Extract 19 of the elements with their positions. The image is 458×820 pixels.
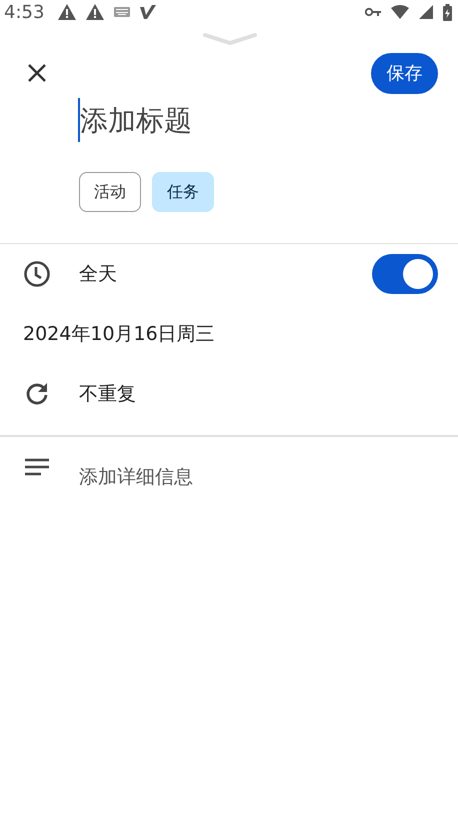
all-day-label: 全天 [79, 262, 117, 287]
status-time: 4:53 [4, 2, 44, 22]
clock-icon [23, 260, 51, 288]
key-icon [365, 7, 381, 17]
date-field[interactable]: 2024年10月16日周三 [23, 321, 215, 347]
wifi-icon [391, 5, 409, 19]
warning-icon [58, 4, 76, 20]
all-day-toggle[interactable] [372, 254, 438, 294]
keyboard-icon [114, 7, 130, 17]
type-chip[interactable]: 任务 [152, 172, 214, 212]
close-icon[interactable] [27, 63, 47, 83]
save-button[interactable]: 保存 [371, 52, 438, 94]
warning-icon [86, 4, 104, 20]
repeat-option[interactable]: 不重复 [79, 381, 136, 407]
type-chip[interactable]: 活动 [79, 172, 141, 212]
signal-icon [419, 5, 433, 19]
drag-handle-icon[interactable] [203, 32, 257, 46]
v-logo-icon [140, 5, 156, 19]
battery-icon [443, 4, 452, 20]
